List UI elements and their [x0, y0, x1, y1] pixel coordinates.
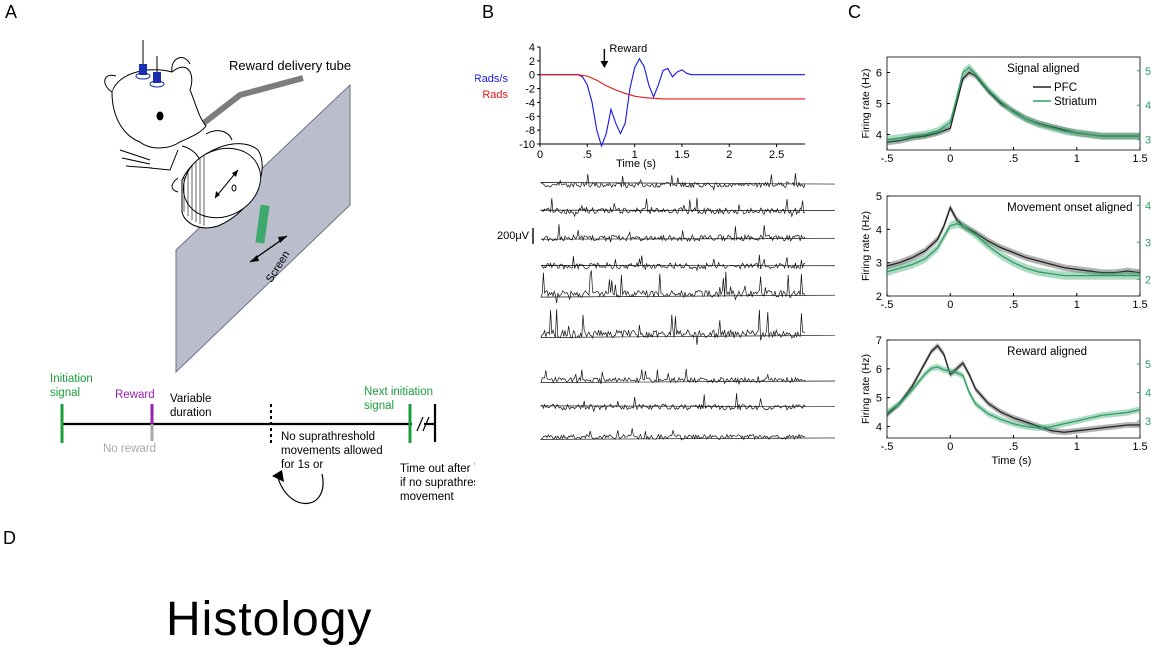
y-tick-label: 7: [876, 335, 882, 347]
raw-voltage-traces: [539, 173, 835, 441]
y-tick-label: 5: [876, 393, 882, 405]
kinematics-y-tick-label: 4: [529, 42, 535, 54]
kinematics-y-tick-label: 2: [529, 56, 535, 68]
legend-striatum-label: Striatum: [1054, 96, 1097, 108]
kinematics-y-tick-label: -6: [525, 111, 535, 123]
x-tick-label: 0: [947, 441, 953, 453]
y-tick-label: 3: [876, 258, 882, 270]
chart-title: Reward aligned: [1007, 346, 1087, 358]
x-tick-label: 1: [1074, 153, 1080, 165]
x-tick-label: .5: [1009, 299, 1018, 311]
chart-title: Signal aligned: [1007, 63, 1079, 75]
reward-tube-label: Reward delivery tube: [229, 58, 351, 73]
legend-velocity: Rads/s: [475, 73, 508, 85]
voltage-trace: [540, 224, 835, 243]
timeline-axis-break: [416, 416, 424, 432]
reward-label: Reward: [115, 389, 155, 401]
kinematics-x-label: Time (s): [616, 158, 656, 170]
x-tick-label: 1.5: [1132, 441, 1147, 453]
x-axis-label: Time (s): [992, 455, 1032, 467]
reward-arrow-head: [600, 61, 609, 68]
x-tick-label: 0: [947, 153, 953, 165]
y2-tick-label: 4: [1145, 388, 1151, 400]
x-tick-label: .5: [1009, 153, 1018, 165]
legend-pfc-label: PFC: [1054, 82, 1077, 94]
y-tick-label: 5: [876, 191, 882, 203]
no-reward-label: No reward: [103, 443, 156, 455]
variable-duration-label: Variable duration: [170, 393, 215, 419]
y2-tick-label: 4: [1145, 200, 1151, 212]
panel-a-figure: Screen Reward delivery tube Initiation s…: [50, 40, 475, 505]
y2-tick-label: 3: [1145, 237, 1151, 249]
kinematics-y-tick-label: -4: [525, 97, 535, 109]
firing-rate-chart-1: -.5 0 .5 1 1.5 4 5 6 3 4 5 Firing rate (Hz) Signal a…: [860, 56, 1151, 165]
y-axis-label: Firing rate (Hz): [860, 354, 872, 424]
x-tick-label: -.5: [881, 441, 894, 453]
panel-label-d: D: [3, 528, 16, 548]
next-initiation-label: Next initiation signal: [364, 386, 436, 412]
y-tick-label: 5: [876, 99, 882, 111]
firing-rate-chart-3: -.5 0 .5 1 1.5 4 5 6 7 3 4 5 Firing rate (Hz) Reward …: [860, 335, 1151, 467]
series-line-rads-s: [540, 57, 805, 148]
kinematics-x-tick-label: 0: [537, 149, 543, 161]
x-tick-label: 1.5: [1132, 299, 1147, 311]
scale-bar-label: 200μV: [497, 230, 530, 242]
y2-tick-label: 3: [1145, 416, 1151, 428]
kinematics-x-tick-label: 1.5: [674, 149, 689, 161]
timeout-label: Time out after 7s if no suprathreshold m…: [400, 463, 475, 503]
panel-b-figure: 420-2-4-6-8-100.5 1 1.5 2 2.5Reward Rads/s R…: [475, 42, 835, 441]
reward-tube: [198, 75, 304, 129]
kinematics-y-tick-label: -8: [525, 125, 535, 137]
y2-tick-label: 5: [1145, 66, 1151, 78]
histology-placeholder: Histology: [166, 593, 373, 646]
kinematics-y-tick-label: -2: [525, 84, 535, 96]
kinematics-x-tick-label: 2: [726, 149, 732, 161]
initiation-signal-label: Initiation signal: [50, 373, 96, 399]
y-tick-label: 4: [876, 130, 882, 142]
y2-tick-label: 5: [1145, 359, 1151, 371]
firing-rate-chart-2: -.5 0 .5 1 1.5 2 3 4 5 2 3 4 Firing rate (Hz) Movemen…: [860, 191, 1151, 311]
y-axis-label: Firing rate (Hz): [860, 211, 872, 281]
voltage-trace: [540, 270, 835, 304]
sem-band-striatum: [887, 63, 1140, 144]
voltage-trace: [540, 368, 835, 385]
voltage-trace: [540, 173, 835, 192]
y-axis-label: Firing rate (Hz): [860, 68, 872, 138]
y-tick-label: 2: [876, 291, 882, 303]
voltage-trace: [539, 197, 835, 218]
x-tick-label: 0: [947, 299, 953, 311]
firing-rate-charts: -.5 0.5 1 1.5456345Firing rate (Hz) Signal a…: [860, 56, 1151, 467]
y-tick-label: 4: [876, 224, 882, 236]
kinematics-y-tick-label: 0: [529, 70, 535, 82]
reward-marker-label: Reward: [609, 43, 647, 55]
voltage-trace: [540, 254, 835, 272]
y2-tick-label: 3: [1145, 135, 1151, 147]
y-tick-label: 6: [876, 68, 882, 80]
x-tick-label: 1: [1074, 299, 1080, 311]
voltage-trace: [539, 428, 835, 441]
x-tick-label: 1.5: [1132, 153, 1147, 165]
y-tick-label: 6: [876, 364, 882, 376]
y2-tick-label: 4: [1145, 100, 1151, 112]
kinematics-y-tick-label: -10: [519, 139, 535, 151]
series-line-rads: [540, 74, 805, 100]
voltage-trace: [539, 393, 835, 413]
chart-title: Movement onset aligned: [1007, 202, 1132, 214]
x-tick-label: -.5: [881, 153, 894, 165]
no-suprathreshold-label: No suprathreshold movements allowed for …: [281, 431, 386, 471]
x-tick-label: .5: [1009, 441, 1018, 453]
panel-c-figure: -.5 0.5 1 1.5456345Firing rate (Hz) Signal a…: [860, 56, 1151, 467]
y-tick-label: 4: [876, 421, 882, 433]
loop-back-arrow: [277, 473, 324, 505]
kinematics-x-tick-label: .5: [583, 149, 592, 161]
wheel-kinematics-chart: 420-2-4-6-8-100.5 1 1.5 2 2.5Reward: [519, 42, 805, 161]
x-tick-label: -.5: [881, 299, 894, 311]
voltage-trace: [540, 309, 835, 345]
legend-position: Rads: [482, 89, 508, 101]
kinematics-x-tick-label: 2.5: [769, 149, 784, 161]
y2-tick-label: 2: [1145, 274, 1151, 286]
x-tick-label: 1: [1074, 441, 1080, 453]
c-legend: PFC Striatum: [1033, 82, 1097, 108]
series-line-striatum: [886, 66, 1140, 141]
